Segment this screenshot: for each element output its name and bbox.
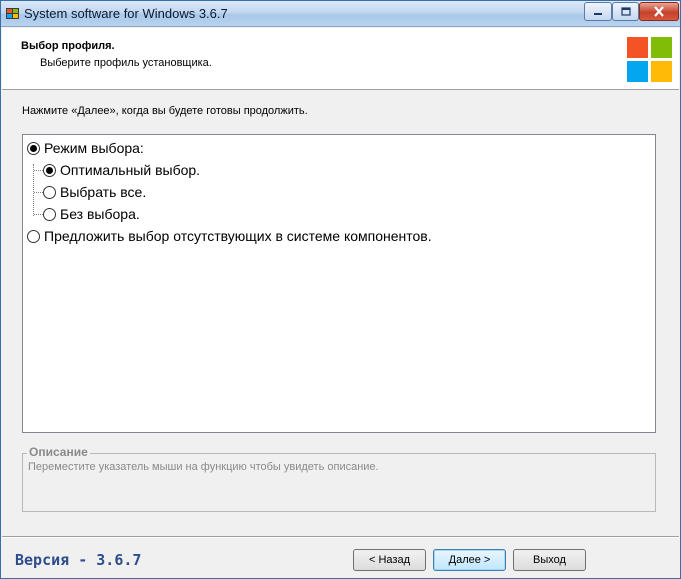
maximize-icon: [620, 7, 631, 16]
radio-selected-icon[interactable]: [43, 163, 56, 177]
description-legend: Описание: [27, 445, 90, 459]
title-bar[interactable]: System software for Windows 3.6.7: [1, 1, 680, 27]
profile-no-selection[interactable]: Без выбора.: [43, 205, 140, 223]
maximize-button[interactable]: [612, 2, 639, 21]
installer-window: System software for Windows 3.6.7 Выбор …: [0, 0, 681, 579]
tree-connector: [34, 170, 43, 171]
windows-logo: [627, 37, 672, 82]
radio-selected-icon[interactable]: [27, 141, 40, 155]
back-button[interactable]: < Назад: [353, 549, 426, 571]
radio-icon[interactable]: [43, 185, 56, 199]
version-label: Версия - 3.6.7: [15, 551, 142, 569]
instruction-text: Нажмите «Далее», когда вы будете готовы …: [22, 105, 308, 117]
description-text: Переместите указатель мыши на функцию чт…: [28, 461, 379, 473]
radio-icon[interactable]: [43, 207, 56, 221]
tree-connector: [34, 214, 43, 215]
wizard-header: Выбор профиля. Выберите профиль установщ…: [2, 28, 679, 90]
profile-selection-mode[interactable]: Режим выбора:: [27, 139, 144, 157]
minimize-button[interactable]: [584, 2, 612, 21]
window-title: System software for Windows 3.6.7: [24, 6, 228, 21]
minimize-icon: [594, 12, 602, 15]
tree-connector: [34, 192, 43, 193]
profile-label: Выбрать все.: [60, 184, 147, 200]
radio-icon[interactable]: [27, 229, 40, 243]
footer-separator: [2, 536, 679, 538]
profile-label: Режим выбора:: [44, 140, 144, 156]
tree-connector: [33, 164, 34, 216]
profile-label: Предложить выбор отсутствующих в системе…: [44, 228, 432, 244]
close-icon: [654, 6, 664, 17]
profile-tree: Режим выбора: Оптимальный выбор. Выбрать…: [22, 134, 656, 433]
page-subtitle: Выберите профиль установщика.: [40, 57, 212, 69]
profile-select-all[interactable]: Выбрать все.: [43, 183, 146, 201]
close-button[interactable]: [639, 2, 679, 21]
profile-optimal[interactable]: Оптимальный выбор.: [43, 161, 200, 179]
exit-button[interactable]: Выход: [513, 549, 586, 571]
profile-label: Без выбора.: [60, 206, 140, 222]
app-icon: [6, 8, 19, 19]
page-title: Выбор профиля.: [21, 40, 115, 52]
next-button[interactable]: Далее >: [433, 549, 506, 571]
profile-missing-components[interactable]: Предложить выбор отсутствующих в системе…: [27, 227, 432, 245]
profile-label: Оптимальный выбор.: [60, 162, 201, 178]
